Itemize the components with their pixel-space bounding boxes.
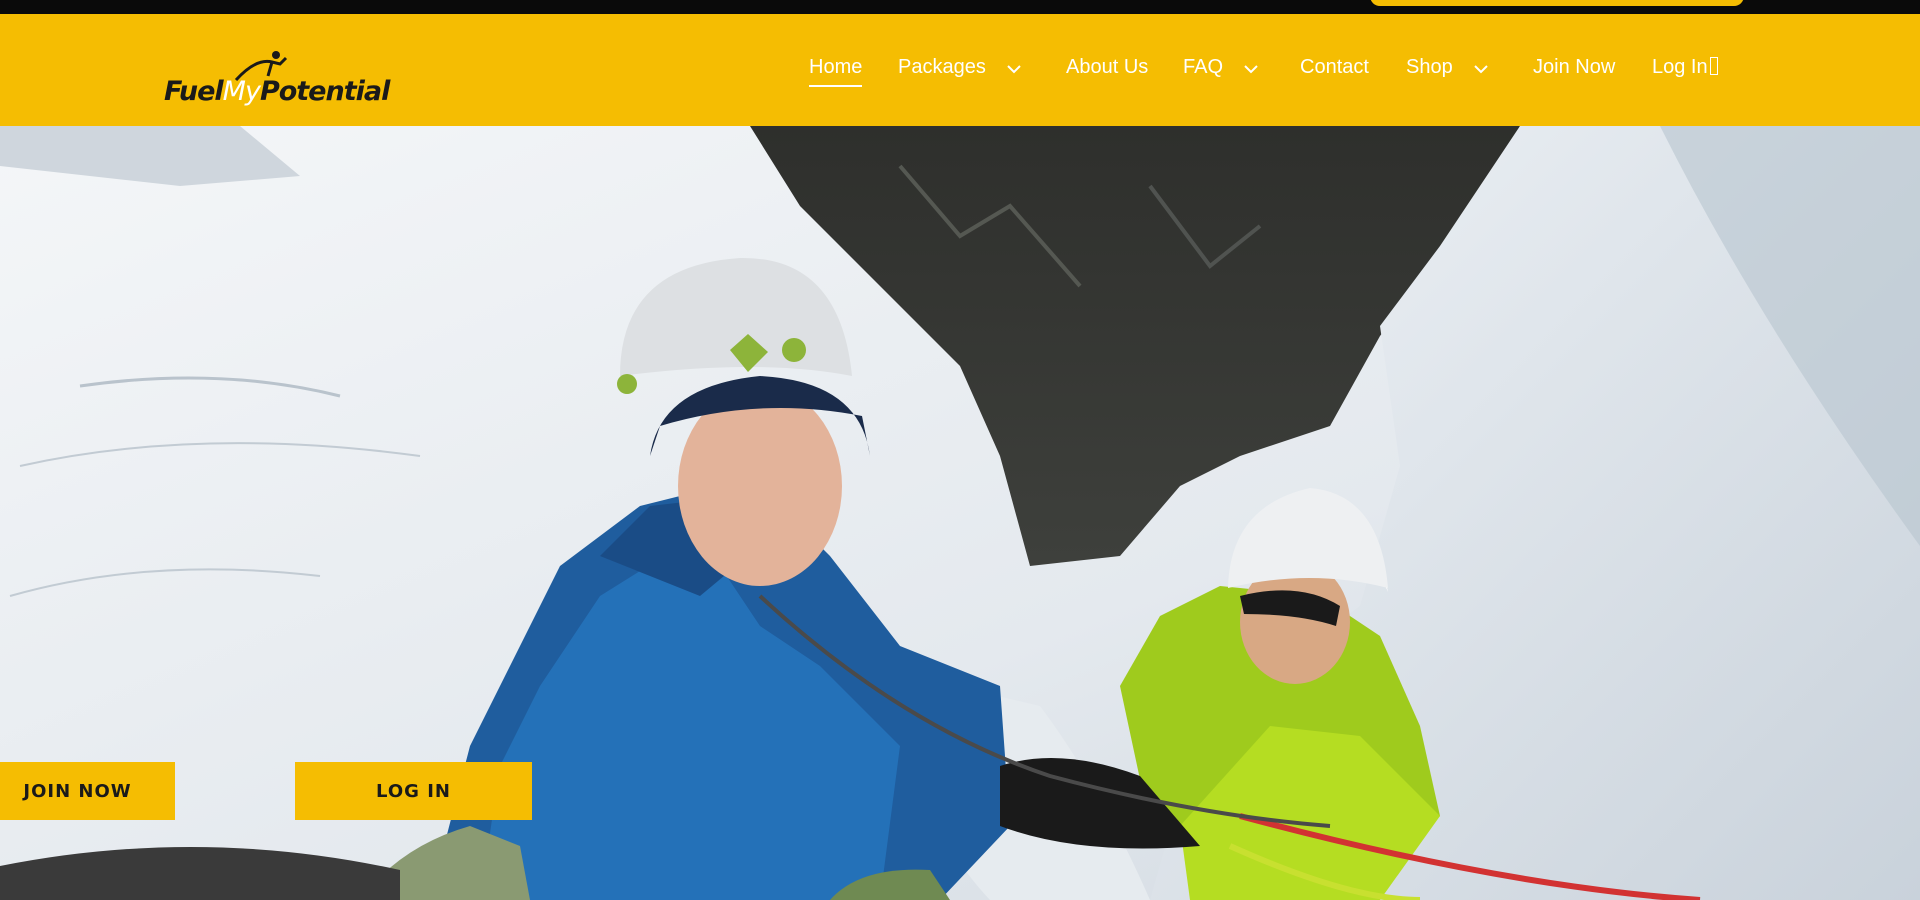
nav-packages[interactable]: Packages [898,56,1024,86]
nav-join-now[interactable]: Join Now [1533,56,1615,86]
log-in-button[interactable]: LOG IN [295,762,532,820]
nav-home[interactable]: Home [809,56,863,87]
top-pill [1370,0,1744,6]
chevron-down-icon [1244,65,1258,74]
nav-shop-label: Shop [1406,56,1453,78]
nav-about[interactable]: About Us [1066,56,1148,86]
nav-shop[interactable]: Shop [1406,56,1491,86]
join-now-button[interactable]: JOIN NOW [0,762,175,820]
login-glyph-icon [1709,57,1718,75]
hero-image [0,126,1920,900]
nav-contact[interactable]: Contact [1300,56,1369,86]
nav-faq[interactable]: FAQ [1183,56,1261,86]
nav-faq-label: FAQ [1183,56,1224,78]
nav-packages-label: Packages [898,56,986,78]
top-strip [0,0,1920,14]
nav-login-label: Log In [1652,56,1708,78]
nav-contact-label: Contact [1300,56,1369,78]
main-nav: Home Packages About Us FAQ Contact Shop … [0,14,1920,126]
chevron-down-icon [1474,65,1488,74]
nav-about-label: About Us [1066,56,1149,78]
site-header: FuelMyPotential Home Packages About Us F… [0,14,1920,126]
nav-join-label: Join Now [1533,56,1616,78]
chevron-down-icon [1007,65,1021,74]
nav-home-label: Home [809,56,863,87]
climbers-photo [0,126,1920,900]
nav-log-in[interactable]: Log In [1652,56,1718,86]
